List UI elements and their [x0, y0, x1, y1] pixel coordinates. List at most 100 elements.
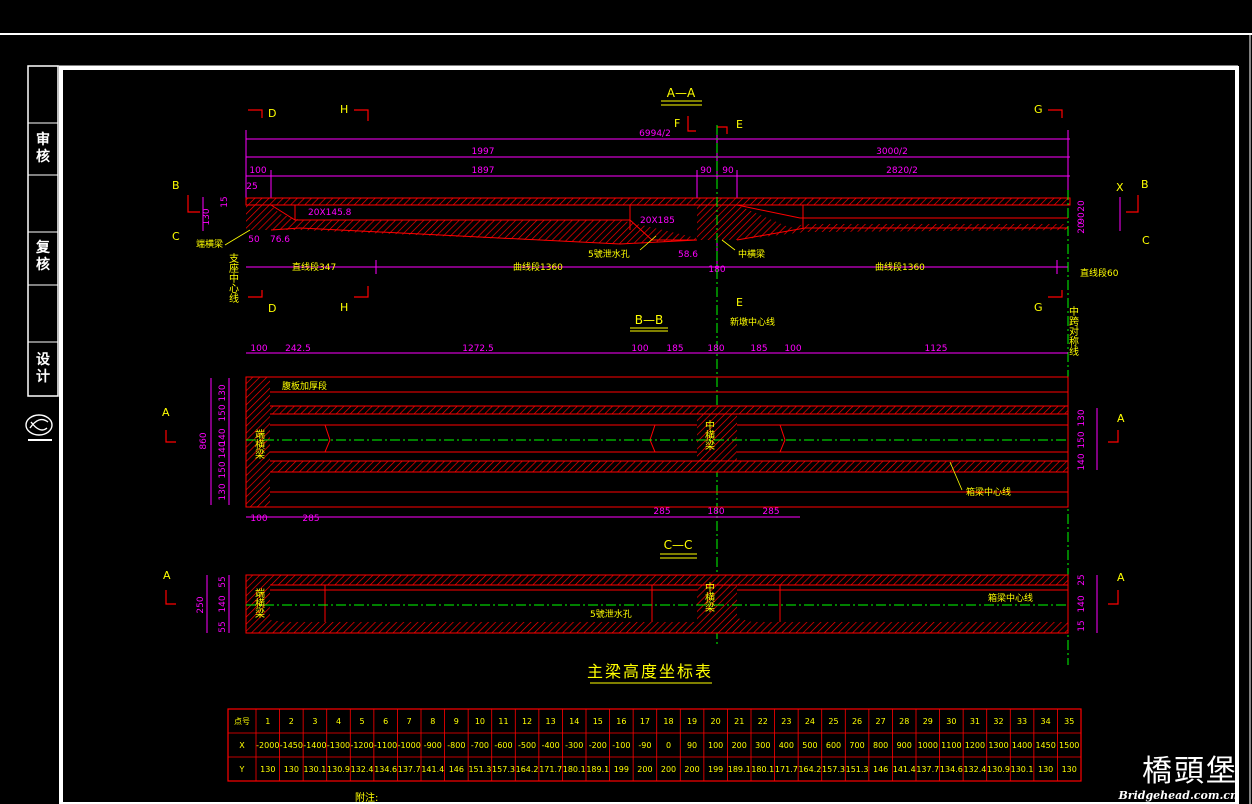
- cc-cut-a-left: A: [163, 569, 171, 582]
- sign-design: 设计: [36, 352, 50, 385]
- table-cell-y-22: 180.1: [751, 765, 774, 774]
- table-cell-point-20: 20: [711, 717, 721, 726]
- bb-dim-left-4: 150: [218, 461, 228, 478]
- dim-right-3000: 3000/2: [876, 147, 908, 157]
- bb-dim-bottom-0: 100: [250, 514, 267, 524]
- cut-x-right: X: [1116, 181, 1124, 194]
- table-cell-y-8: 141.4: [421, 765, 444, 774]
- cut-h-bottom: H: [340, 301, 348, 314]
- table-cell-point-12: 12: [522, 717, 532, 726]
- watermark: 橋頭堡 Bridgehead.com.cn: [1119, 755, 1239, 803]
- table-cell-x-19: 90: [687, 741, 697, 750]
- table-cell-y-2: 130: [284, 765, 299, 774]
- table-cell-y-32: 130.9: [987, 765, 1010, 774]
- bb-dim-left-1: 150: [218, 404, 228, 421]
- seg-straight1: 直线段347: [292, 261, 336, 273]
- table-cell-x-8: -900: [424, 741, 442, 750]
- table-cell-point-23: 23: [781, 717, 791, 726]
- table-cell-x-21: 200: [732, 741, 747, 750]
- table-cell-y-16: 199: [614, 765, 629, 774]
- table-cell-point-28: 28: [899, 717, 909, 726]
- table-cell-point-9: 9: [454, 717, 459, 726]
- cc-dim-left-2: 55: [218, 621, 228, 632]
- table-cell-x-16: -100: [612, 741, 630, 750]
- table-cell-y-30: 134.6: [940, 765, 963, 774]
- label-aa-drain: 5號泄水孔: [588, 248, 630, 260]
- table-cell-y-7: 137.7: [398, 765, 421, 774]
- cc-dim-right-2: 15: [1077, 620, 1087, 631]
- section-cc-title: C—C: [664, 538, 693, 552]
- table-cell-y-9: 146: [449, 765, 464, 774]
- dim-r1: 20: [1077, 200, 1087, 212]
- bb-dim-right-0: 130: [1077, 409, 1087, 426]
- table-cell-point-32: 32: [993, 717, 1003, 726]
- table-cell-x-15: -200: [589, 741, 607, 750]
- bb-dim-top-6: 185: [750, 344, 767, 354]
- bb-dim-top-0: 100: [250, 344, 267, 354]
- dim-r3: 20: [1077, 222, 1087, 234]
- table-cell-x-26: 700: [849, 741, 864, 750]
- table-cell-x-23: 400: [779, 741, 794, 750]
- table-row-label-point: 点号: [234, 717, 250, 726]
- dim-r2: 90: [1077, 212, 1087, 224]
- table-cell-x-7: -1000: [398, 741, 421, 750]
- table-cell-point-1: 1: [265, 717, 270, 726]
- table-cell-x-13: -400: [542, 741, 560, 750]
- dim-total: 6994/2: [639, 129, 671, 139]
- table-cell-x-18: 0: [666, 741, 671, 750]
- bb-dim-top-4: 185: [666, 344, 683, 354]
- table-cell-x-30: 1100: [941, 741, 961, 750]
- bb-dim-top-7: 100: [784, 344, 801, 354]
- label-bb-endbeam: 端横梁: [253, 428, 265, 460]
- drawing-frame: [0, 33, 1252, 804]
- table-cell-y-5: 132.4: [351, 765, 374, 774]
- section-bb-title: B—B: [635, 313, 663, 327]
- table-row-label-x: X: [239, 741, 245, 750]
- bb-dim-top-5: 180: [707, 344, 724, 354]
- cc-dim-left-0: 55: [218, 576, 228, 587]
- table-cell-y-26: 151.3: [846, 765, 869, 774]
- table-cell-y-20: 199: [708, 765, 723, 774]
- table-cell-x-6: -1100: [374, 741, 397, 750]
- table-cell-point-29: 29: [923, 717, 933, 726]
- label-cc-midbeam: 中横梁: [703, 581, 715, 613]
- label-aa-midbeam: 中横梁: [738, 248, 765, 260]
- cc-dim-right-1: 140: [1077, 595, 1087, 612]
- table-cell-y-23: 171.7: [775, 765, 798, 774]
- table-cell-y-25: 157.3: [822, 765, 845, 774]
- table-cell-y-34: 130: [1038, 765, 1053, 774]
- label-aa-endbeam: 端横梁: [196, 238, 223, 250]
- label-support-center: 支座中心线: [227, 253, 239, 303]
- table-cell-x-31: 1200: [965, 741, 985, 750]
- dim-90b: 90: [722, 166, 734, 176]
- table-cell-y-12: 164.2: [516, 765, 539, 774]
- company-logo: [25, 414, 53, 441]
- table-cell-point-11: 11: [498, 717, 508, 726]
- cc-dim-left-1: 140: [218, 595, 228, 612]
- bb-dim-bottom-3: 180: [707, 507, 724, 517]
- table-cell-point-16: 16: [616, 717, 626, 726]
- table-cell-point-27: 27: [876, 717, 886, 726]
- table-cell-y-29: 137.7: [916, 765, 939, 774]
- cut-g-bottom: G: [1034, 301, 1043, 314]
- table-cell-x-33: 1400: [1012, 741, 1032, 750]
- label-bb-web: 腹板加厚段: [282, 380, 327, 392]
- dim-130: 130: [202, 208, 212, 225]
- height-table: 主梁高度坐标表 点号 1 2 3 4 5 6 7 8 9 10 11 12 13 14 15 16 17 18 19 2…: [227, 662, 1082, 782]
- label-bb-midbeam: 中横梁: [703, 419, 715, 451]
- table-cell-point-25: 25: [828, 717, 838, 726]
- label-aa-hole1: 20X145.8: [308, 208, 352, 218]
- table-cell-point-26: 26: [852, 717, 862, 726]
- table-cell-y-10: 151.3: [468, 765, 491, 774]
- sign-recheck: 复核: [36, 240, 50, 273]
- dim-left-1997: 1997: [472, 147, 495, 157]
- table-cell-point-19: 19: [687, 717, 697, 726]
- table-cell-x-34: 1450: [1035, 741, 1055, 750]
- bb-dim-top-8: 1125: [925, 344, 948, 354]
- bb-dim-bottom-1: 285: [302, 514, 319, 524]
- table-cell-y-14: 180.1: [563, 765, 586, 774]
- table-cell-y-6: 134.6: [374, 765, 397, 774]
- dim-2820: 2820/2: [886, 166, 918, 176]
- table-cell-point-4: 4: [336, 717, 341, 726]
- table-cell-point-6: 6: [383, 717, 388, 726]
